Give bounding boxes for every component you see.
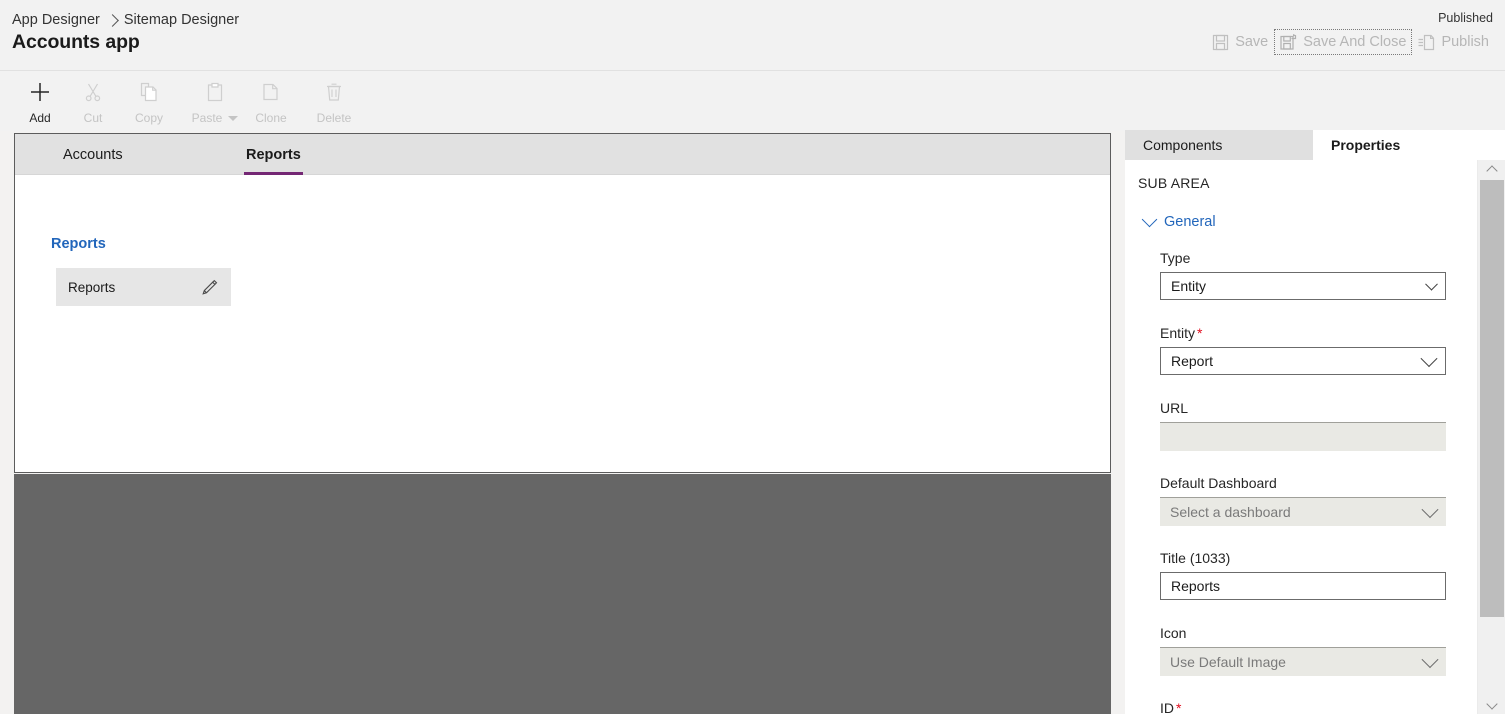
field-default-dashboard: Default Dashboard Select a dashboard xyxy=(1160,475,1480,526)
field-type-label: Type xyxy=(1160,250,1191,266)
chevron-down-icon xyxy=(1486,697,1498,710)
trash-icon xyxy=(322,80,346,104)
copy-icon xyxy=(137,80,161,104)
publish-button[interactable]: Publish xyxy=(1412,29,1495,55)
cut-button[interactable]: Cut xyxy=(64,77,122,127)
title-input[interactable] xyxy=(1171,578,1435,594)
save-button-label: Save xyxy=(1235,34,1269,50)
field-icon: Icon Use Default Image xyxy=(1160,625,1480,676)
save-and-close-icon xyxy=(1280,33,1297,51)
field-title: Title (1033) xyxy=(1160,550,1480,600)
section-general-label: General xyxy=(1164,214,1216,230)
url-input-wrap[interactable] xyxy=(1160,422,1446,451)
clone-button[interactable]: Clone xyxy=(242,77,300,127)
pencil-icon[interactable] xyxy=(199,277,219,297)
chevron-down-icon xyxy=(1421,501,1439,519)
clone-button-label: Clone xyxy=(255,111,287,125)
field-url-label: URL xyxy=(1160,400,1189,416)
scroll-up-button[interactable] xyxy=(1478,160,1505,178)
entity-select[interactable]: Report xyxy=(1160,347,1446,375)
chevron-down-icon xyxy=(1141,211,1158,227)
field-url: URL xyxy=(1160,400,1480,451)
chevron-down-icon xyxy=(1421,651,1439,669)
icon-select-value: Use Default Image xyxy=(1170,654,1286,670)
save-icon xyxy=(1212,34,1229,51)
scrollbar-thumb[interactable] xyxy=(1480,180,1504,617)
title-input-wrap[interactable] xyxy=(1160,572,1446,600)
page-title: Accounts app xyxy=(12,31,140,53)
app-header: App Designer Sitemap Designer Accounts a… xyxy=(0,0,1505,71)
cut-button-label: Cut xyxy=(83,111,103,125)
breadcrumb-item-app-designer[interactable]: App Designer xyxy=(12,10,100,30)
properties-panel: Components Properties SUB AREA General T… xyxy=(1125,130,1505,714)
group-title-reports[interactable]: Reports xyxy=(51,236,106,252)
add-button-label: Add xyxy=(29,111,51,125)
chevron-down-icon xyxy=(1420,350,1438,368)
section-general-toggle[interactable]: General xyxy=(1141,211,1216,230)
add-button[interactable]: Add xyxy=(11,77,69,127)
type-select-value: Entity xyxy=(1171,278,1207,294)
tab-properties[interactable]: Properties xyxy=(1313,130,1505,160)
default-dashboard-select-value: Select a dashboard xyxy=(1170,504,1291,520)
breadcrumb: App Designer Sitemap Designer xyxy=(12,10,239,30)
clone-icon xyxy=(259,80,283,104)
area-tabstrip: Accounts Reports xyxy=(15,134,1110,175)
properties-panel-scrollbar[interactable] xyxy=(1477,160,1505,714)
default-dashboard-select[interactable]: Select a dashboard xyxy=(1160,497,1446,526)
panel-heading-sub-area: SUB AREA xyxy=(1138,175,1210,191)
chevron-up-icon xyxy=(1486,164,1498,177)
tab-accounts[interactable]: Accounts xyxy=(45,134,141,175)
publish-icon xyxy=(1418,34,1435,51)
sitemap-canvas: Accounts Reports Reports Reports xyxy=(14,133,1111,473)
plus-icon xyxy=(28,80,52,104)
properties-panel-body: SUB AREA General Type Entity Entity * Rep… xyxy=(1125,160,1505,714)
field-entity-label: Entity xyxy=(1160,325,1196,341)
tab-reports-label: Reports xyxy=(246,146,301,163)
save-and-close-button[interactable]: Save And Close xyxy=(1274,29,1413,55)
save-and-close-button-label: Save And Close xyxy=(1303,34,1407,50)
canvas-body: Reports Reports xyxy=(15,175,1110,472)
tab-reports[interactable]: Reports xyxy=(228,134,319,175)
scissors-icon xyxy=(81,80,105,104)
field-default-dashboard-label: Default Dashboard xyxy=(1160,475,1277,491)
subarea-card-reports[interactable]: Reports xyxy=(56,268,231,306)
delete-button[interactable]: Delete xyxy=(305,77,363,127)
required-marker: * xyxy=(1176,700,1182,714)
field-icon-label: Icon xyxy=(1160,625,1187,641)
canvas-dimmed-area xyxy=(14,474,1111,714)
paste-button-label: Paste xyxy=(191,111,223,125)
breadcrumb-item-sitemap-designer[interactable]: Sitemap Designer xyxy=(124,10,239,30)
publish-button-label: Publish xyxy=(1441,34,1489,50)
icon-select[interactable]: Use Default Image xyxy=(1160,647,1446,676)
tab-components[interactable]: Components xyxy=(1125,130,1313,160)
tab-accounts-label: Accounts xyxy=(63,146,123,163)
tab-components-label: Components xyxy=(1143,137,1223,153)
field-id-label: ID xyxy=(1160,700,1174,714)
tab-properties-label: Properties xyxy=(1331,137,1401,153)
chevron-right-icon xyxy=(105,13,119,27)
field-entity: Entity * Report xyxy=(1160,325,1480,375)
command-bar: Save Save And Close Publish xyxy=(1206,29,1495,55)
chevron-down-icon xyxy=(1425,277,1438,291)
scroll-down-button[interactable] xyxy=(1478,696,1505,714)
field-title-label: Title (1033) xyxy=(1160,550,1231,566)
chevron-down-icon[interactable] xyxy=(228,115,239,121)
delete-button-label: Delete xyxy=(316,111,352,125)
copy-button[interactable]: Copy xyxy=(120,77,178,127)
sitemap-designer-app: App Designer Sitemap Designer Accounts a… xyxy=(0,0,1505,714)
clipboard-icon xyxy=(203,80,227,104)
field-type: Type Entity xyxy=(1160,250,1480,300)
type-select[interactable]: Entity xyxy=(1160,272,1446,300)
publish-status-label: Published xyxy=(1438,11,1493,25)
panel-tabstrip: Components Properties xyxy=(1125,130,1505,160)
copy-button-label: Copy xyxy=(134,111,163,125)
paste-button[interactable]: Paste xyxy=(180,77,250,127)
editor-toolbar: Add Cut Copy Paste Clone Delete xyxy=(0,71,1505,131)
required-marker: * xyxy=(1197,325,1203,341)
field-id: ID * xyxy=(1160,700,1480,714)
subarea-card-label: Reports xyxy=(68,279,116,295)
url-input[interactable] xyxy=(1170,429,1436,445)
entity-select-value: Report xyxy=(1171,353,1214,369)
save-button[interactable]: Save xyxy=(1206,29,1274,55)
